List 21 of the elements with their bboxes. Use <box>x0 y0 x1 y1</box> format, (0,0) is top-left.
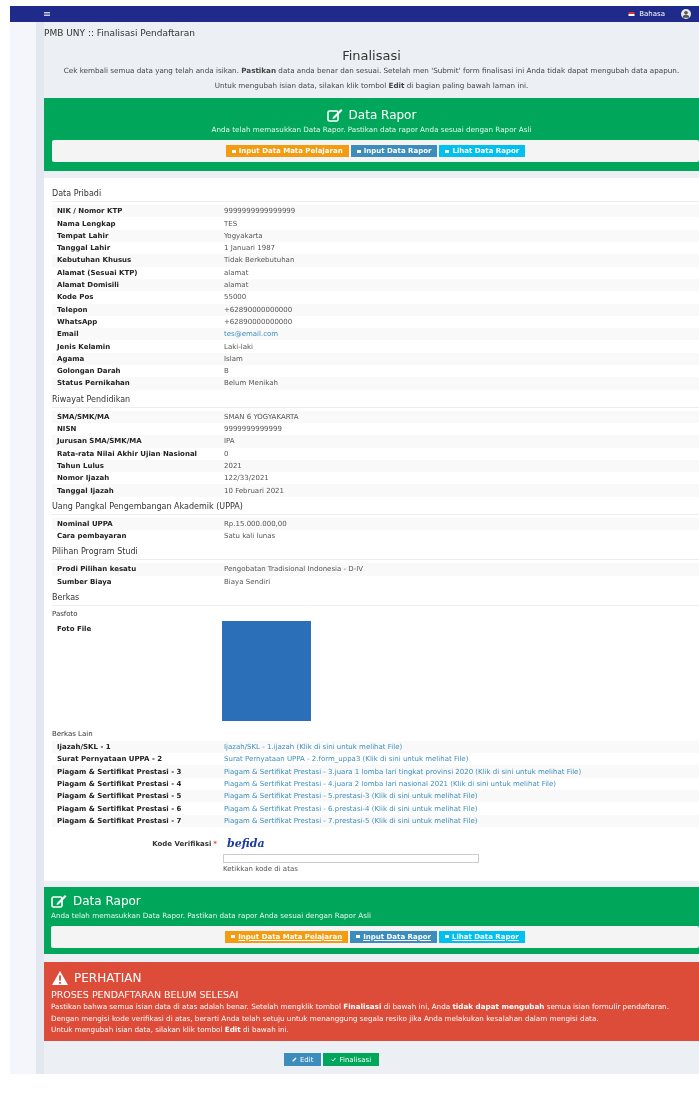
menu-icon[interactable] <box>44 12 50 16</box>
section-title: Uang Pangkal Pengembangan Akademik (UPPA) <box>52 499 699 515</box>
flag-icon <box>628 12 636 16</box>
warning-title: PERHATIAN <box>74 970 142 985</box>
warning-icon <box>51 969 69 986</box>
page-title: PMB UNY :: Finalisasi Pendaftaran <box>44 27 196 40</box>
pencil-icon <box>291 1057 297 1063</box>
section-title: Pilihan Program Studi <box>52 545 699 561</box>
user-avatar-icon[interactable] <box>681 9 691 19</box>
edit-icon <box>326 108 343 123</box>
check-icon <box>331 1057 337 1063</box>
verification-code-input[interactable] <box>223 853 479 863</box>
panel-title: Data Rapor <box>73 893 141 908</box>
edit-icon <box>51 893 67 908</box>
heading: Finalisasi <box>341 48 402 63</box>
section-title: Data Pribadi <box>52 187 699 203</box>
section-title: Riwayat Pendidikan <box>52 392 699 408</box>
section-title: Berkas <box>52 590 699 606</box>
panel-title: Data Rapor <box>348 108 417 123</box>
warning-subtitle: PROSES PENDAFTARAN BELUM SELESAI <box>51 988 240 1000</box>
captcha-image: befida <box>226 836 266 850</box>
